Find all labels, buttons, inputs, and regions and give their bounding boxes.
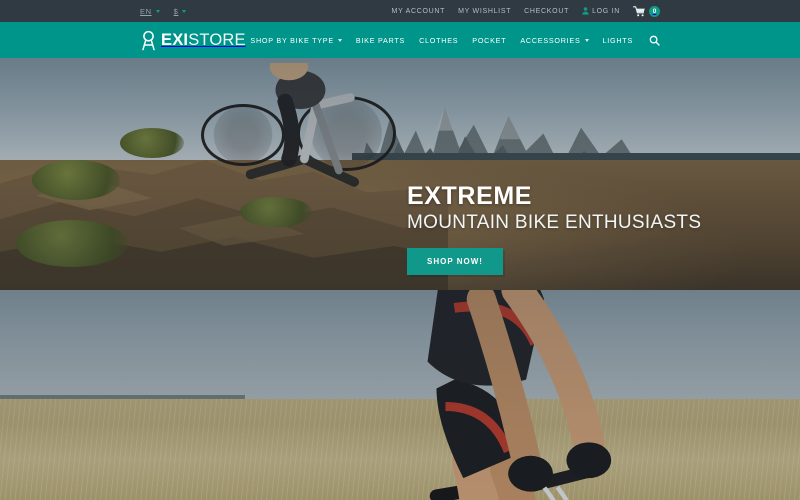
chevron-down-icon (337, 38, 342, 42)
cart-count-badge: 0 (649, 5, 660, 17)
language-selector[interactable]: EN (140, 7, 160, 16)
hero-slide-extreme: EXTREME MOUNTAIN BIKE ENTHUSIASTS SHOP N… (0, 58, 800, 290)
hero-subtitle: MOUNTAIN BIKE ENTHUSIASTS (407, 212, 702, 234)
locale-selectors: EN $ (140, 7, 187, 16)
chevron-down-icon (155, 9, 160, 13)
top-link-my-wishlist[interactable]: MY WISHLIST (458, 8, 511, 15)
top-links: MY ACCOUNT MY WISHLIST CHECKOUT LOG IN 0 (392, 5, 660, 17)
currency-selector[interactable]: $ (174, 7, 187, 16)
currency-label: $ (173, 6, 179, 16)
brand-wordmark: EXISTORE (161, 32, 246, 49)
person-icon (582, 7, 589, 15)
nav-item-bike-parts[interactable]: BIKE PARTS (356, 36, 405, 45)
brand-logo[interactable]: EXISTORE (140, 30, 246, 51)
top-link-checkout[interactable]: CHECKOUT (524, 8, 569, 15)
nav-item-shop-by-bike-type[interactable]: SHOP BY BIKE TYPE (250, 35, 342, 45)
top-utility-bar: EN $ MY ACCOUNT MY WISHLIST CHECKOUT LOG… (0, 0, 800, 22)
hero-slide-fly-high: FLY HIGH ON YOUR BIKE SHOP NOW! (0, 290, 800, 500)
login-label: LOG IN (592, 7, 620, 15)
shop-now-button[interactable]: SHOP NOW! (407, 248, 503, 275)
nav-label: LIGHTS (602, 35, 633, 45)
nav-label: POCKET (472, 35, 507, 45)
bicycle-logo-icon (142, 30, 155, 50)
search-button[interactable] (649, 35, 660, 46)
nav-label: BIKE PARTS (355, 35, 406, 45)
nav-item-pocket[interactable]: POCKET (472, 36, 506, 45)
cart-button[interactable]: 0 (633, 5, 660, 17)
nav-item-clothes[interactable]: CLOTHES (419, 36, 458, 45)
language-label: EN (140, 6, 152, 16)
search-icon (649, 35, 660, 46)
chevron-down-icon (584, 38, 589, 42)
nav-item-accessories[interactable]: ACCESSORIES (520, 35, 589, 45)
nav-label: ACCESSORIES (520, 35, 581, 45)
brand-name-light: STORE (188, 30, 246, 49)
login-button[interactable]: LOG IN (582, 7, 620, 15)
nav-label: CLOTHES (419, 35, 459, 45)
hero-title: EXTREME (407, 182, 533, 210)
chevron-down-icon (182, 9, 187, 13)
hero-overlay (0, 290, 800, 500)
nav-menu: SHOP BY BIKE TYPE BIKE PARTS CLOTHES POC… (250, 35, 660, 46)
main-navigation-bar: EXISTORE SHOP BY BIKE TYPE BIKE PARTS CL… (0, 22, 800, 58)
top-link-my-account[interactable]: MY ACCOUNT (392, 8, 446, 15)
nav-label: SHOP BY BIKE TYPE (250, 35, 334, 45)
nav-item-lights[interactable]: LIGHTS (603, 36, 633, 45)
shopping-cart-icon (633, 5, 645, 16)
brand-name-bold: EXI (161, 30, 189, 49)
hero-caption-extreme: EXTREME MOUNTAIN BIKE ENTHUSIASTS SHOP N… (407, 183, 701, 275)
